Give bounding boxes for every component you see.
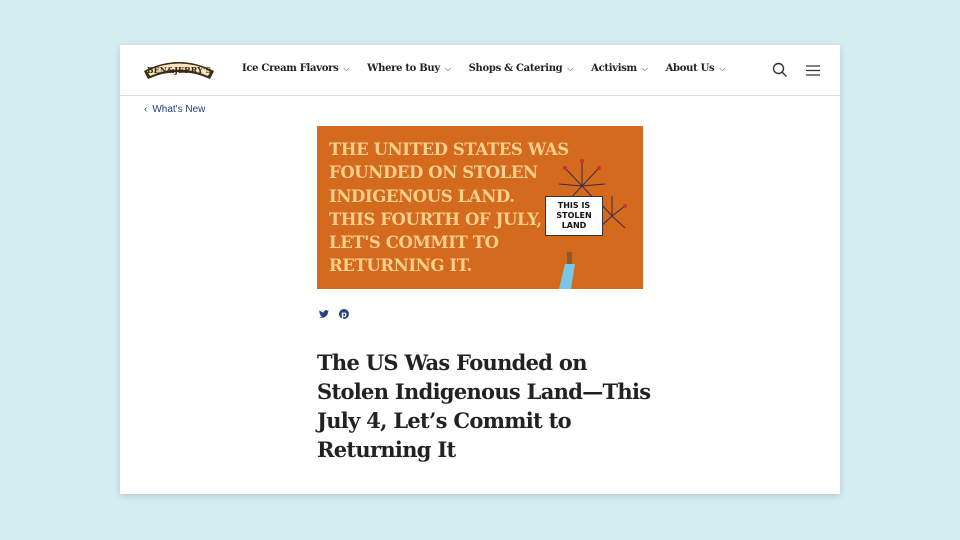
- search-icon[interactable]: [772, 62, 788, 78]
- share-buttons: p: [319, 304, 349, 319]
- menu-icon[interactable]: [806, 65, 820, 76]
- nav-label: Ice Cream Flavors: [242, 63, 339, 74]
- nav-label: Shops & Catering: [468, 63, 563, 74]
- chevron-left-icon: ‹: [144, 104, 148, 115]
- site-header: BEN&JERRY'S Ice Cream Flavors ⌵ Where to …: [120, 45, 840, 96]
- svg-text:BEN&JERRY'S: BEN&JERRY'S: [147, 65, 211, 75]
- nav-label: Where to Buy: [367, 63, 440, 74]
- chevron-down-icon: ⌵: [444, 63, 451, 73]
- pinterest-icon[interactable]: p: [339, 304, 349, 319]
- article-title: The US Was Founded on Stolen Indigenous …: [317, 350, 651, 462]
- nav-ice-cream-flavors[interactable]: Ice Cream Flavors ⌵: [242, 63, 349, 74]
- chevron-down-icon: ⌵: [641, 63, 648, 73]
- chevron-down-icon: ⌵: [343, 63, 350, 73]
- page-card: BEN&JERRY'S Ice Cream Flavors ⌵ Where to …: [120, 45, 840, 494]
- nav-about-us[interactable]: About Us ⌵: [666, 63, 726, 74]
- protest-sign: THIS IS STOLEN LAND: [545, 196, 603, 236]
- nav-activism[interactable]: Activism ⌵: [591, 63, 648, 74]
- article-hero-image: THE UNITED STATES WAS FOUNDED ON STOLEN …: [317, 126, 643, 289]
- ben-jerrys-logo[interactable]: BEN&JERRY'S: [142, 57, 216, 81]
- chevron-down-icon: ⌵: [567, 63, 574, 73]
- nav-shops-catering[interactable]: Shops & Catering ⌵: [469, 63, 574, 74]
- breadcrumb-link[interactable]: What's New: [152, 104, 205, 115]
- svg-text:p: p: [341, 310, 347, 319]
- breadcrumb[interactable]: ‹ What's New: [144, 104, 205, 115]
- chevron-down-icon: ⌵: [719, 63, 726, 73]
- twitter-icon[interactable]: [319, 304, 329, 318]
- banner-text: THE UNITED STATES WAS FOUNDED ON STOLEN …: [329, 140, 569, 276]
- nav-label: Activism: [591, 63, 637, 74]
- main-nav: Ice Cream Flavors ⌵ Where to Buy ⌵ Shops &…: [242, 63, 743, 74]
- nav-label: About Us: [665, 63, 715, 74]
- nav-where-to-buy[interactable]: Where to Buy ⌵: [367, 63, 451, 74]
